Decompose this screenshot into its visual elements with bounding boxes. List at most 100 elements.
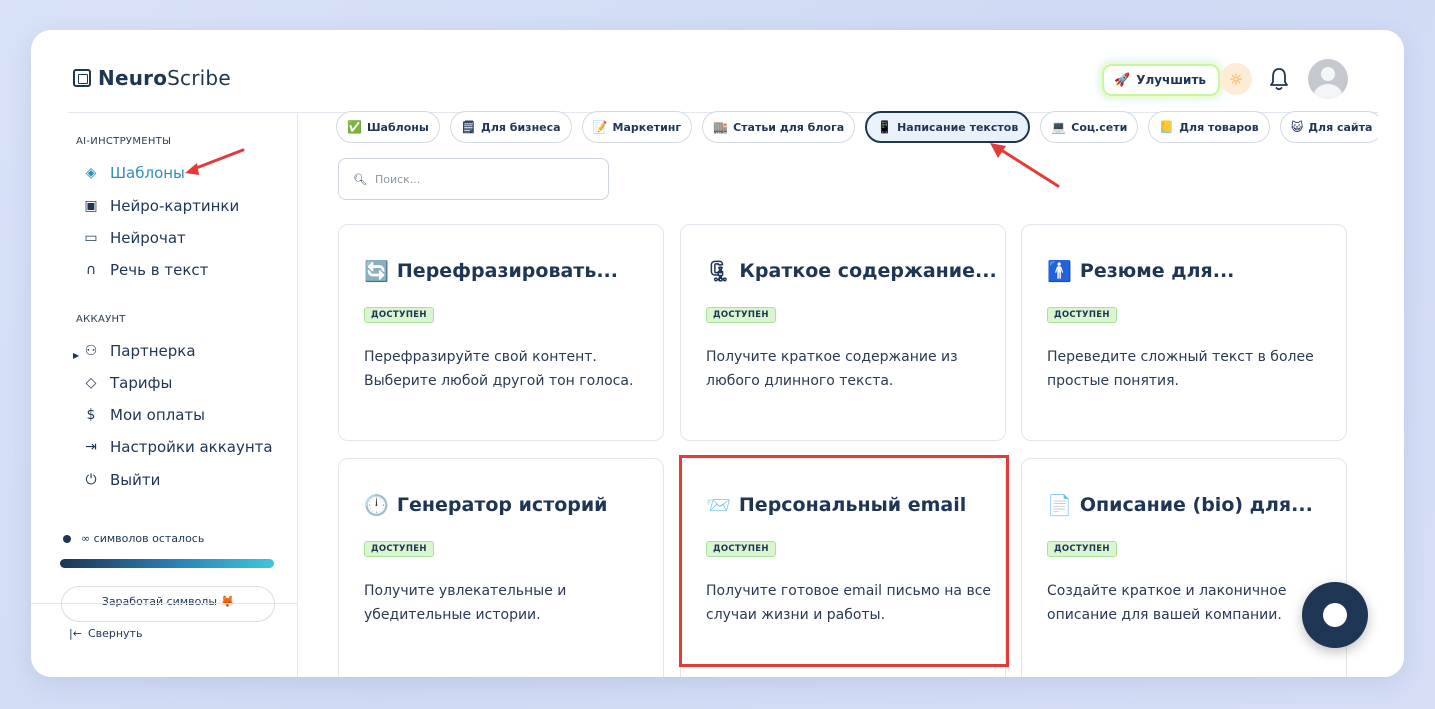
- card-title: 🚹 Резюме для...: [1047, 259, 1235, 283]
- sidebar-item-speech-to-text[interactable]: ∩ Речь в текст: [82, 259, 209, 281]
- logo[interactable]: NeuroScribe: [73, 66, 231, 90]
- sidebar-item-label: Нейрочат: [110, 229, 186, 247]
- document-icon: 📄: [1047, 493, 1072, 517]
- annotation-arrow-sidebar: [185, 148, 245, 175]
- status-badge: ДОСТУПЕН: [1047, 541, 1117, 557]
- sidebar-item-templates[interactable]: ◈ Шаблоны: [82, 162, 185, 184]
- tab-blog-articles[interactable]: 🏬 Статьи для блога: [702, 111, 856, 143]
- memo-icon: 📝: [592, 120, 608, 134]
- rocket-icon: 🚀: [1114, 72, 1131, 88]
- template-card[interactable]: 🔄 Перефразировать... ДОСТУПЕН Перефразиру…: [338, 224, 664, 441]
- sidebar-item-label: Мои оплаты: [110, 406, 205, 424]
- sidebar-item-neurochat[interactable]: ▭ Нейрочат: [82, 227, 186, 249]
- tab-label: Статьи для блога: [733, 120, 845, 134]
- headphones-icon: ∩: [85, 262, 97, 278]
- tag-icon: ◇: [85, 375, 97, 391]
- tab-website[interactable]: 😺 Для сайта: [1279, 111, 1384, 143]
- sidebar-item-label: Нейро-картинки: [110, 197, 240, 215]
- ledger-icon: 📒: [1159, 120, 1175, 134]
- tab-marketing[interactable]: 📝 Маркетинг: [581, 111, 693, 143]
- card-title: 🕛 Генератор историй: [364, 493, 608, 517]
- expand-caret-icon[interactable]: ▶: [73, 351, 79, 360]
- card-description: Перефразируйте свой контент. Выберите лю…: [364, 349, 634, 389]
- earn-symbols-button[interactable]: Заработай символы 🦊: [61, 586, 275, 622]
- laptop-icon: 💻: [1051, 120, 1067, 134]
- sidebar-item-logout[interactable]: ⏻ Выйти: [82, 469, 160, 491]
- sun-icon: ☼: [1228, 69, 1244, 89]
- status-badge: ДОСТУПЕН: [364, 307, 434, 323]
- search-icon: 🔍︎: [353, 172, 367, 186]
- tab-label: Для товаров: [1179, 120, 1259, 134]
- tab-business[interactable]: 🗒 Для бизнеса: [449, 111, 572, 143]
- status-dot: [63, 534, 71, 543]
- sidebar-item-label: Партнерка: [110, 342, 196, 360]
- chat-widget-button[interactable]: [1302, 582, 1368, 648]
- card-title: 📄 Описание (bio) для...: [1047, 493, 1313, 517]
- sidebar-item-payments[interactable]: $ Мои оплаты: [82, 404, 205, 426]
- app-window: NeuroScribe 🚀 Улучшить ☼ AI-ИНСТРУМЕНТЫ …: [31, 30, 1404, 677]
- template-card[interactable]: 🗜 Краткое содержание... ДОСТУПЕН Получите…: [680, 224, 1006, 441]
- collapse-icon: |←: [69, 627, 82, 640]
- tab-label: Соц.сети: [1071, 120, 1128, 134]
- tab-label: Шаблоны: [366, 120, 429, 134]
- tab-templates[interactable]: ✅ Шаблоны: [336, 111, 440, 143]
- sidebar-item-neuro-images[interactable]: ▣ Нейро-картинки: [82, 195, 239, 217]
- search-placeholder: Поиск...: [374, 172, 421, 186]
- chat-icon: ▭: [84, 230, 98, 246]
- clamp-icon: 🗜: [706, 259, 732, 283]
- upgrade-button[interactable]: 🚀 Улучшить: [1102, 64, 1220, 96]
- tab-label: Маркетинг: [612, 120, 682, 134]
- image-icon: ▣: [84, 198, 98, 214]
- template-card[interactable]: 🕛 Генератор историй ДОСТУПЕН Получите увл…: [338, 458, 664, 677]
- sidebar-item-label: Выйти: [110, 471, 161, 489]
- layers-icon: ◈: [85, 165, 97, 181]
- checkbox-icon: ✅: [347, 120, 362, 134]
- card-description: Получите увлекательные и убедительные ис…: [364, 583, 567, 623]
- sidebar-item-label: Речь в текст: [110, 261, 209, 279]
- category-tabs: ✅ Шаблоны 🗒 Для бизнеса 📝 Маркетинг 🏬 Статьи…: [336, 111, 1384, 143]
- card-title: 🗜 Краткое содержание...: [706, 259, 997, 283]
- sidebar-item-account-settings[interactable]: ⇥ Настройки аккаунта: [82, 436, 273, 458]
- cat-icon: 😺: [1290, 120, 1304, 134]
- status-badge: ДОСТУПЕН: [1047, 307, 1117, 323]
- sidebar-item-label: Настройки аккаунта: [110, 438, 273, 456]
- template-card[interactable]: 📄 Описание (bio) для... ДОСТУПЕН Создайте…: [1021, 458, 1347, 677]
- status-badge: ДОСТУПЕН: [706, 307, 776, 323]
- clock-icon: 🕛: [364, 493, 389, 517]
- tab-label: Для сайта: [1308, 120, 1373, 134]
- section-label-tools: AI-ИНСТРУМЕНТЫ: [76, 136, 172, 147]
- theme-toggle-button[interactable]: ☼: [1220, 63, 1252, 95]
- sidebar-item-partners[interactable]: ⚇ Партнерка: [82, 340, 196, 362]
- card-description: Переведите сложный текст в более простые…: [1047, 349, 1314, 389]
- status-badge: ДОСТУПЕН: [364, 541, 434, 557]
- card-description: Создайте краткое и лаконичное описание д…: [1047, 583, 1287, 623]
- chars-remaining: ∞ символов осталось: [63, 532, 204, 545]
- search-input[interactable]: 🔍︎ Поиск...: [338, 158, 609, 200]
- person-icon: 🚹: [1047, 259, 1072, 283]
- logout-arrow-icon: ⇥: [85, 439, 97, 455]
- power-icon: ⏻: [85, 472, 97, 488]
- notepad-icon: 🗒: [460, 120, 477, 134]
- bell-icon[interactable]: [1268, 66, 1290, 92]
- chars-remaining-text: ∞ символов осталось: [81, 532, 205, 545]
- tab-label: Для бизнеса: [481, 120, 561, 134]
- avatar[interactable]: [1308, 59, 1348, 99]
- tab-label: Написание текстов: [897, 120, 1019, 134]
- section-label-account: АККАУНТ: [76, 314, 126, 325]
- dollar-icon: $: [86, 407, 96, 423]
- sidebar: AI-ИНСТРУМЕНТЫ ◈ Шаблоны ▣ Нейро-картинк…: [31, 113, 298, 677]
- sidebar-item-tariffs[interactable]: ◇ Тарифы: [82, 372, 173, 394]
- tab-products[interactable]: 📒 Для товаров: [1148, 111, 1270, 143]
- card-title: 🔄 Перефразировать...: [364, 259, 618, 283]
- logo-text: NeuroScribe: [98, 66, 231, 90]
- store-icon: 🏬: [713, 120, 729, 134]
- logo-icon: [73, 69, 91, 87]
- collapse-label: Свернуть: [87, 627, 143, 640]
- scrollbar-area: [1378, 113, 1404, 677]
- card-description: Получите краткое содержание из любого дл…: [706, 349, 958, 389]
- sidebar-item-label: Тарифы: [110, 374, 173, 392]
- template-card[interactable]: 🚹 Резюме для... ДОСТУПЕН Переведите сложн…: [1021, 224, 1347, 441]
- phone-icon: 📱: [877, 120, 893, 134]
- collapse-button[interactable]: |← Свернуть: [69, 627, 142, 640]
- users-icon: ⚇: [84, 343, 98, 359]
